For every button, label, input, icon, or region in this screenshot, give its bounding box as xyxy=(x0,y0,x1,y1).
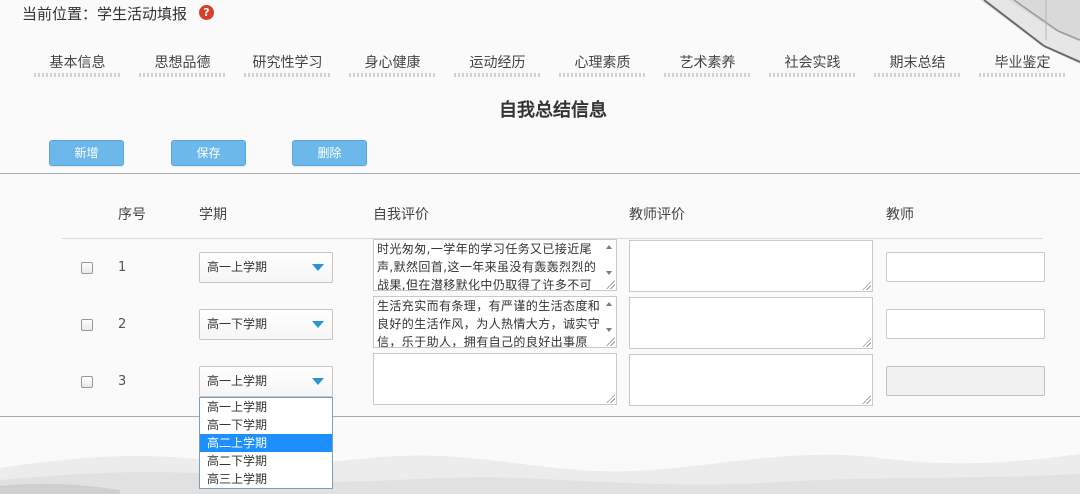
term-option[interactable]: 高三上学期 xyxy=(200,470,332,488)
caret-down-icon xyxy=(312,264,324,271)
tab-moral-character[interactable]: 思想品德 xyxy=(130,53,235,79)
self-evaluation-box xyxy=(373,353,617,405)
teacher-input[interactable] xyxy=(886,309,1045,339)
tab-label: 期末总结 xyxy=(889,55,946,71)
teacher-evaluation-textarea[interactable] xyxy=(630,241,872,291)
resize-grip-icon[interactable] xyxy=(862,281,871,290)
tab-label: 思想品德 xyxy=(154,55,211,71)
term-option[interactable]: 高一下学期 xyxy=(200,416,332,434)
caret-down-icon xyxy=(312,321,324,328)
row-index: 2 xyxy=(118,317,127,332)
resize-grip-icon[interactable] xyxy=(606,337,615,346)
tab-psychological-quality[interactable]: 心理素质 xyxy=(550,53,655,79)
term-select[interactable]: 高一下学期 xyxy=(199,309,333,340)
row-checkbox[interactable] xyxy=(81,319,93,331)
self-evaluation-box: 生活充实而有条理，有严谨的生活态度和良好的生活作风，为人热情大方，诚实守信，乐于… xyxy=(373,296,617,348)
table-row: 2 高一下学期 生活充实而有条理，有严谨的生活态度和良好的生活作风，为人热情大方… xyxy=(0,296,1080,353)
resize-grip-icon[interactable] xyxy=(606,394,615,403)
mountain-background-decoration xyxy=(0,454,1080,494)
row-index: 3 xyxy=(118,374,127,389)
tab-social-practice[interactable]: 社会实践 xyxy=(760,53,865,79)
term-select[interactable]: 高一上学期 xyxy=(199,366,333,397)
column-header-teacher: 教师 xyxy=(886,207,914,223)
tab-label: 身心健康 xyxy=(364,55,421,71)
table-row: 1 高一上学期 时光匆匆,一学年的学习任务又已接近尾声,默然回首,这一年来虽没有… xyxy=(0,239,1080,296)
section-title: 自我总结信息 xyxy=(499,100,607,121)
scroll-down-arrow-icon[interactable] xyxy=(606,271,612,275)
resize-grip-icon[interactable] xyxy=(606,280,615,289)
teacher-evaluation-box xyxy=(629,240,873,292)
tab-label: 艺术素养 xyxy=(679,55,736,71)
student-activity-page: 当前位置：学生活动填报 基本信息 思想品德 研究性学习 身心健康 运动经历 心理… xyxy=(0,0,1080,494)
resize-grip-icon[interactable] xyxy=(862,395,871,404)
term-select-value: 高一上学期 xyxy=(207,374,268,388)
teacher-input[interactable] xyxy=(886,252,1045,282)
add-button[interactable]: 新增 xyxy=(49,140,124,166)
term-select-value: 高一下学期 xyxy=(207,317,268,331)
column-header-teacher-evaluation: 教师评价 xyxy=(629,207,685,223)
tab-graduation-appraisal[interactable]: 毕业鉴定 xyxy=(970,53,1075,79)
textarea-scrollbar[interactable] xyxy=(604,241,615,279)
scroll-up-arrow-icon[interactable] xyxy=(606,245,612,249)
row-checkbox[interactable] xyxy=(81,262,93,274)
caret-down-icon xyxy=(312,378,324,385)
tab-term-summary[interactable]: 期末总结 xyxy=(865,53,970,79)
tab-basic-info[interactable]: 基本信息 xyxy=(25,53,130,79)
teacher-evaluation-box xyxy=(629,354,873,406)
breadcrumb: 当前位置：学生活动填报 xyxy=(22,5,188,23)
tab-art-literacy[interactable]: 艺术素养 xyxy=(655,53,760,79)
scroll-down-arrow-icon[interactable] xyxy=(606,328,612,332)
self-evaluation-textarea[interactable]: 生活充实而有条理，有严谨的生活态度和良好的生活作风，为人热情大方，诚实守信，乐于… xyxy=(374,297,616,347)
save-button[interactable]: 保存 xyxy=(171,140,246,166)
row-checkbox[interactable] xyxy=(81,376,93,388)
help-icon[interactable] xyxy=(199,5,214,20)
tab-research-learning[interactable]: 研究性学习 xyxy=(235,53,340,79)
tab-physical-mental-health[interactable]: 身心健康 xyxy=(340,53,445,79)
delete-button[interactable]: 删除 xyxy=(292,140,367,166)
row-index: 1 xyxy=(118,260,127,275)
column-header-index: 序号 xyxy=(118,207,146,223)
term-option[interactable]: 高二上学期 xyxy=(200,434,332,452)
column-header-self-evaluation: 自我评价 xyxy=(373,207,429,223)
tab-label: 毕业鉴定 xyxy=(994,55,1051,71)
tab-bar: 基本信息 思想品德 研究性学习 身心健康 运动经历 心理素质 艺术素养 社会实践… xyxy=(25,53,1075,79)
term-option[interactable]: 高二下学期 xyxy=(200,452,332,470)
teacher-input[interactable] xyxy=(886,366,1045,396)
table-row: 3 高一上学期 高一上学期 高一下学期 高二上学期 高二下学期 高三上学期 xyxy=(0,353,1080,489)
self-evaluation-textarea[interactable]: 时光匆匆,一学年的学习任务又已接近尾声,默然回首,这一年来虽没有轰轰烈烈的战果,… xyxy=(374,240,616,290)
teacher-evaluation-textarea[interactable] xyxy=(630,298,872,348)
self-evaluation-box: 时光匆匆,一学年的学习任务又已接近尾声,默然回首,这一年来虽没有轰轰烈烈的战果,… xyxy=(373,239,617,291)
term-option[interactable]: 高一上学期 xyxy=(200,398,332,416)
resize-grip-icon[interactable] xyxy=(862,338,871,347)
textarea-scrollbar[interactable] xyxy=(604,298,615,336)
teacher-evaluation-box xyxy=(629,297,873,349)
tab-label: 基本信息 xyxy=(49,55,106,71)
tab-label: 研究性学习 xyxy=(252,55,323,71)
tab-label: 社会实践 xyxy=(784,55,841,71)
column-header-term: 学期 xyxy=(199,207,227,223)
scroll-up-arrow-icon[interactable] xyxy=(606,302,612,306)
tab-sports-experience[interactable]: 运动经历 xyxy=(445,53,550,79)
tab-label: 运动经历 xyxy=(469,55,526,71)
teacher-evaluation-textarea[interactable] xyxy=(630,355,872,405)
tab-label: 心理素质 xyxy=(574,55,631,71)
term-dropdown-list: 高一上学期 高一下学期 高二上学期 高二下学期 高三上学期 xyxy=(199,397,333,489)
self-evaluation-textarea[interactable] xyxy=(374,354,616,404)
toolbar-divider xyxy=(0,173,1080,174)
term-select[interactable]: 高一上学期 xyxy=(199,252,333,283)
table-bottom-divider xyxy=(0,416,1080,417)
term-select-value: 高一上学期 xyxy=(207,260,268,274)
